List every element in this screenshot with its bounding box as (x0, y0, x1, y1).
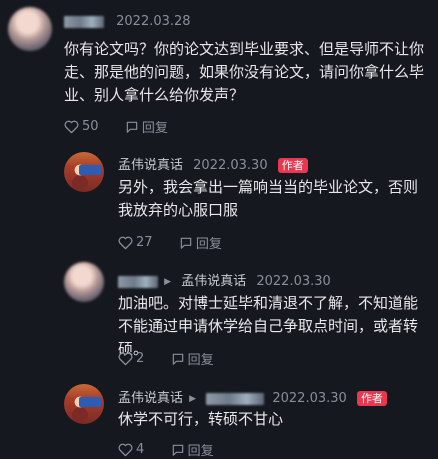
like-button[interactable]: 27 (118, 235, 157, 250)
reply-label: 回复 (187, 353, 214, 368)
reply-arrow-icon: ▶ (164, 276, 172, 287)
reply-bubble-icon (126, 121, 138, 133)
comment-text: 另外，我会拿出一篇响当当的毕业论文，否则我放弃的心服口服 (118, 178, 419, 219)
reply-bubble-icon (180, 237, 192, 249)
blurred-reply-to-username[interactable] (206, 392, 265, 405)
reply-arrow-icon: ▶ (189, 393, 197, 404)
reply-label: 回复 (187, 444, 214, 459)
author-badge: 作者 (277, 158, 308, 173)
comment-actions: 27 回复 (118, 233, 222, 252)
heart-icon (118, 443, 133, 456)
comment-date: 2022.03.30 (272, 391, 347, 406)
blurred-username[interactable] (64, 15, 104, 28)
like-count: 2 (136, 351, 145, 366)
reply-button[interactable]: 回复 (125, 119, 168, 136)
heart-icon (64, 120, 79, 133)
reply-label: 回复 (141, 121, 168, 136)
comment-meta: 孟伟说真话 2022.03.30 作者 (118, 154, 308, 173)
comment-meta: 2022.03.28 (64, 14, 191, 29)
like-count: 4 (136, 442, 145, 457)
heart-icon (118, 352, 133, 365)
comment-actions: 4 回复 (118, 440, 214, 459)
reply-button[interactable]: 回复 (171, 351, 214, 368)
username[interactable]: 孟伟说真话 (118, 158, 183, 173)
reply-bubble-icon (172, 444, 183, 456)
like-button[interactable]: 4 (118, 442, 148, 457)
comment-date: 2022.03.30 (256, 274, 331, 289)
author-avatar[interactable] (64, 152, 104, 192)
comment-text: 你有论文吗？你的论文达到毕业要求、但是导师不让你走、那是他的问题，如果你没有论文… (64, 40, 425, 104)
reply-to-username[interactable]: 孟伟说真话 (181, 274, 246, 289)
user-avatar[interactable] (64, 262, 104, 302)
comment-text: 休学不可行，转硕不甘心 (118, 410, 284, 428)
like-button[interactable]: 2 (118, 351, 148, 366)
author-avatar[interactable] (64, 384, 104, 424)
reply-button[interactable]: 回复 (179, 235, 222, 252)
comment-meta: ▶ 孟伟说真话 2022.03.30 (118, 270, 331, 289)
like-count: 50 (82, 119, 99, 134)
like-button[interactable]: 50 (64, 119, 103, 134)
blurred-username[interactable] (118, 275, 158, 288)
author-badge: 作者 (356, 391, 387, 406)
like-count: 27 (136, 235, 153, 250)
reply-bubble-icon (172, 353, 183, 365)
heart-icon (118, 236, 133, 249)
comment-meta: 孟伟说真话 ▶ 2022.03.30 作者 (118, 387, 387, 406)
reply-label: 回复 (195, 237, 222, 252)
comment-date: 2022.03.28 (116, 14, 191, 29)
reply-button[interactable]: 回复 (171, 442, 214, 459)
username[interactable]: 孟伟说真话 (118, 391, 183, 406)
comment-date: 2022.03.30 (193, 158, 268, 173)
comment-actions: 2 回复 (118, 349, 214, 368)
user-avatar[interactable] (8, 7, 52, 51)
comment-actions: 50 回复 (64, 117, 168, 136)
